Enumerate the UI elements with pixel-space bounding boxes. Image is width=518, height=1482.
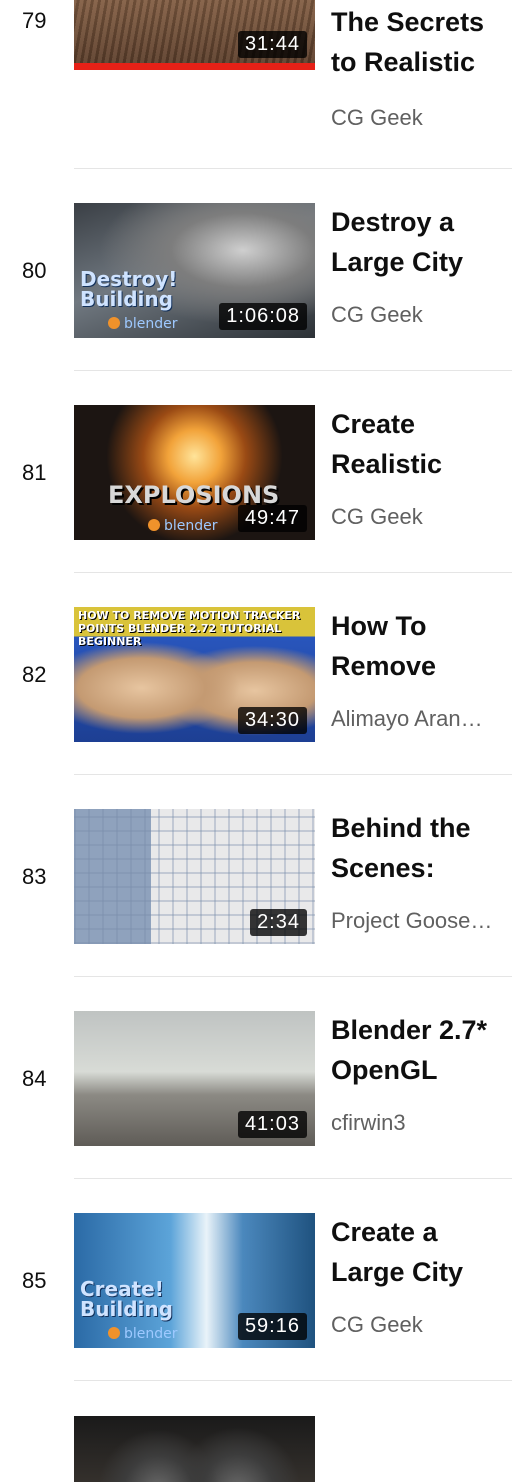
item-index: 82 xyxy=(22,662,47,687)
duration-badge: 31:44 xyxy=(237,31,307,58)
video-title[interactable]: Behind the Scenes: xyxy=(331,808,511,888)
duration-badge: 2:34 xyxy=(250,909,307,936)
playlist-item[interactable]: 85 Create! Building blender 59:16 Create… xyxy=(0,1212,518,1414)
thumbnail-overlay-text: EXPLOSIONS xyxy=(108,481,280,509)
channel-name[interactable]: Alimayo Aran… xyxy=(331,706,511,732)
divider xyxy=(74,168,512,169)
watch-progress-bar xyxy=(74,63,315,70)
item-index: 79 xyxy=(22,8,47,33)
duration-badge: 1:06:08 xyxy=(219,303,307,330)
playlist: 79 31:44 The Secrets to Realistic CG Gee… xyxy=(0,0,518,1482)
item-index: 81 xyxy=(22,460,47,485)
video-thumbnail[interactable]: Destroy! Building blender 1:06:08 xyxy=(74,203,315,338)
blender-badge-text: blender xyxy=(124,316,178,332)
duration-badge: 34:30 xyxy=(237,707,307,734)
item-index: 80 xyxy=(22,258,47,283)
item-index: 84 xyxy=(22,1066,47,1091)
video-thumbnail[interactable] xyxy=(74,1416,315,1482)
channel-name[interactable]: CG Geek xyxy=(331,504,511,530)
playlist-item[interactable] xyxy=(0,1414,518,1482)
video-title[interactable]: Blender 2.7* OpenGL xyxy=(331,1010,511,1090)
thumbnail-image xyxy=(74,1416,315,1482)
blender-logo-icon xyxy=(108,1327,120,1339)
video-title[interactable]: How To Remove xyxy=(331,606,511,686)
video-title[interactable]: Create a Large City xyxy=(331,1212,511,1292)
blender-badge-text: blender xyxy=(164,518,218,534)
playlist-item[interactable]: 82 HOW TO REMOVE MOTION TRACKER POINTS B… xyxy=(0,606,518,808)
channel-name[interactable]: CG Geek xyxy=(331,302,511,328)
channel-name[interactable]: CG Geek xyxy=(331,1312,511,1338)
item-index: 85 xyxy=(22,1268,47,1293)
video-thumbnail[interactable]: HOW TO REMOVE MOTION TRACKER POINTS BLEN… xyxy=(74,607,315,742)
playlist-item[interactable]: 80 Destroy! Building blender 1:06:08 Des… xyxy=(0,202,518,404)
thumbnail-overlay-text: HOW TO REMOVE MOTION TRACKER POINTS BLEN… xyxy=(78,609,301,648)
item-index: 83 xyxy=(22,864,47,889)
blender-logo: blender xyxy=(108,316,178,332)
divider xyxy=(74,370,512,371)
divider xyxy=(74,774,512,775)
divider xyxy=(74,976,512,977)
playlist-item[interactable]: 84 41:03 Blender 2.7* OpenGL cfirwin3 xyxy=(0,1010,518,1212)
channel-name[interactable]: CG Geek xyxy=(331,105,511,131)
divider xyxy=(74,1178,512,1179)
playlist-item[interactable]: 79 31:44 The Secrets to Realistic CG Gee… xyxy=(0,0,518,202)
thumbnail-overlay-text: Create! Building xyxy=(80,1277,173,1321)
divider xyxy=(74,1380,512,1381)
blender-logo: blender xyxy=(108,1326,178,1342)
blender-logo: blender xyxy=(148,518,218,534)
channel-name[interactable]: cfirwin3 xyxy=(331,1110,511,1136)
channel-name[interactable]: Project Goose… xyxy=(331,908,511,934)
blender-logo-icon xyxy=(148,519,160,531)
video-thumbnail[interactable]: EXPLOSIONS blender 49:47 xyxy=(74,405,315,540)
duration-badge: 41:03 xyxy=(237,1111,307,1138)
thumbnail-overlay-text: Destroy! Building xyxy=(80,267,178,311)
blender-badge-text: blender xyxy=(124,1326,178,1342)
duration-badge: 59:16 xyxy=(237,1313,307,1340)
video-title[interactable]: Destroy a Large City xyxy=(331,202,511,282)
video-title[interactable]: The Secrets to Realistic xyxy=(331,2,511,82)
video-thumbnail[interactable]: Create! Building blender 59:16 xyxy=(74,1213,315,1348)
video-thumbnail[interactable]: 41:03 xyxy=(74,1011,315,1146)
video-thumbnail[interactable]: 31:44 xyxy=(74,0,315,70)
blender-logo-icon xyxy=(108,317,120,329)
playlist-item[interactable]: 83 2:34 Behind the Scenes: Project Goose… xyxy=(0,808,518,1010)
duration-badge: 49:47 xyxy=(237,505,307,532)
divider xyxy=(74,572,512,573)
video-thumbnail[interactable]: 2:34 xyxy=(74,809,315,944)
playlist-item[interactable]: 81 EXPLOSIONS blender 49:47 Create Reali… xyxy=(0,404,518,606)
video-title[interactable]: Create Realistic xyxy=(331,404,511,484)
